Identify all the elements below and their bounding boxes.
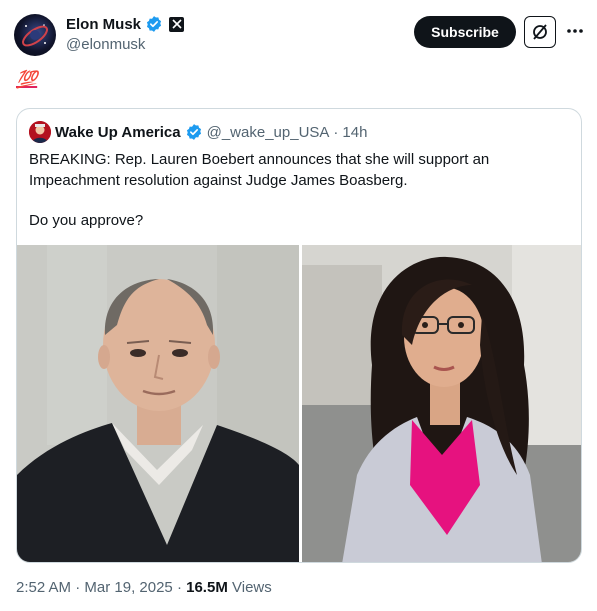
quoted-text-line: Impeachment resolution against Judge Jam… xyxy=(29,172,408,189)
views-count: 16.5M xyxy=(186,579,228,596)
person-avatar-icon xyxy=(29,121,51,143)
tweet-time[interactable]: 2:52 AM xyxy=(16,579,71,596)
tweet-header: Elon Musk @elonmusk Subscribe xyxy=(14,14,584,58)
quoted-timestamp[interactable]: 14h xyxy=(342,124,367,141)
quoted-text-line: BREAKING: Rep. Lauren Boebert announces … xyxy=(29,151,490,168)
more-icon xyxy=(567,29,583,33)
quoted-text-line: Do you approve? xyxy=(29,212,144,229)
tweet-footer: 2:52 AM · Mar 19, 2025 · 16.5M Views xyxy=(16,579,272,596)
grok-button[interactable] xyxy=(524,16,556,48)
judge-photo[interactable] xyxy=(17,245,299,562)
separator-dot: · xyxy=(176,579,182,596)
grok-icon xyxy=(533,24,547,40)
more-button[interactable] xyxy=(563,19,587,43)
galaxy-avatar-icon xyxy=(22,24,48,47)
subscribe-button[interactable]: Subscribe xyxy=(414,16,516,48)
quoted-tweet[interactable]: Wake Up America @_wake_up_USA · 14h BREA… xyxy=(16,108,582,563)
quoted-tweet-text: BREAKING: Rep. Lauren Boebert announces … xyxy=(29,149,569,231)
quoted-tweet-header: Wake Up America @_wake_up_USA · 14h xyxy=(29,121,367,143)
verified-badge-icon xyxy=(146,16,162,32)
boebert-photo-illustration xyxy=(301,245,581,562)
judge-photo-illustration xyxy=(17,245,299,562)
separator-dot: · xyxy=(75,579,81,596)
author-avatar[interactable] xyxy=(14,14,56,56)
author-name-row: Elon Musk xyxy=(66,15,185,33)
tweet-text: 💯 xyxy=(16,70,38,89)
x-logo-icon xyxy=(169,16,185,32)
author-handle[interactable]: @elonmusk xyxy=(66,36,145,53)
quoted-media xyxy=(17,245,581,562)
quoted-author-avatar[interactable] xyxy=(29,121,51,143)
author-name[interactable]: Elon Musk xyxy=(66,16,141,33)
quoted-author-name[interactable]: Wake Up America xyxy=(55,124,181,141)
views-label: Views xyxy=(232,579,272,596)
verified-badge-icon xyxy=(186,124,201,140)
tweet-date[interactable]: Mar 19, 2025 xyxy=(84,579,172,596)
boebert-photo[interactable] xyxy=(301,245,581,562)
quoted-author-handle[interactable]: @_wake_up_USA xyxy=(207,124,330,141)
separator-dot: · xyxy=(333,123,339,141)
